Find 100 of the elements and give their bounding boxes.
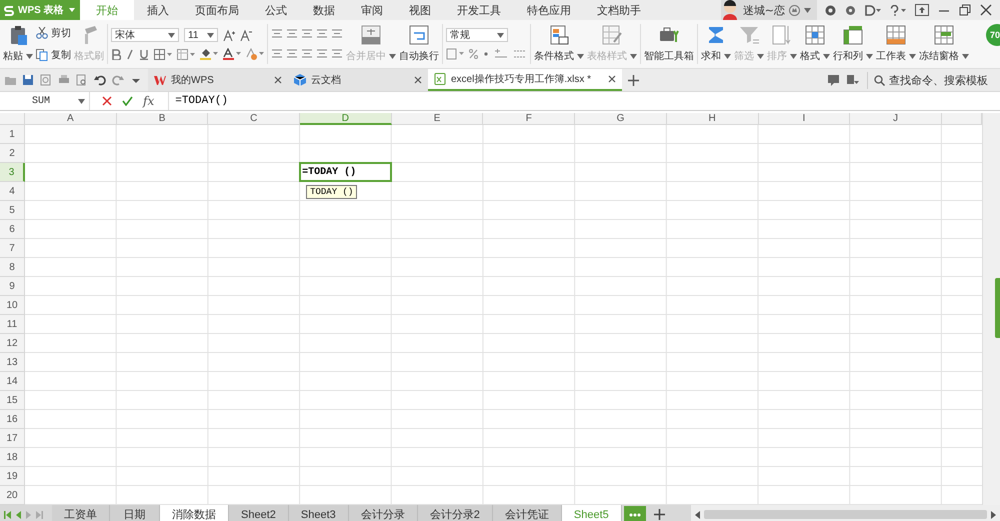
percent-icon[interactable] [469,49,478,59]
menu-tab[interactable]: 页面布局 [182,0,252,20]
sheet-tab[interactable]: 会计凭证 [492,505,562,521]
row-header[interactable]: 20 [0,486,25,505]
print-icon[interactable] [58,74,70,86]
sheet-tab[interactable]: Sheet3 [288,505,349,521]
cell-grid[interactable]: =TODAY () TODAY () [25,125,982,505]
column-header[interactable]: C [208,113,300,125]
menu-tab[interactable]: 视图 [396,0,444,20]
justify-icon[interactable] [316,49,328,59]
ribbon-button[interactable]: 粘贴 [3,23,33,65]
open-folder-icon[interactable] [4,74,16,86]
number-format-field[interactable]: 常规 [446,28,508,42]
ribbon-button[interactable]: 格式 [800,23,830,65]
increase-indent-icon[interactable] [331,29,343,39]
ribbon-button[interactable]: 行和列 [833,23,873,65]
export-icon[interactable] [40,74,52,86]
align-bottom-icon[interactable] [301,29,313,39]
sheet-tab[interactable]: 日期 [110,505,160,521]
scrollbar-handle[interactable] [995,278,1000,338]
menu-tab[interactable]: 插入 [134,0,182,20]
decrease-indent-icon[interactable] [316,29,328,39]
row-header[interactable]: 8 [0,258,25,277]
row-header[interactable]: 14 [0,372,25,391]
align-left-icon[interactable] [271,49,283,59]
ribbon-button[interactable]: 工作表 [876,23,916,65]
borders-icon[interactable] [154,48,172,60]
print-preview-icon[interactable] [76,74,88,86]
ribbon-button[interactable]: 求和 [701,23,731,65]
clear-format-icon[interactable] [246,48,264,60]
add-sheet-icon[interactable] [654,509,665,520]
save-icon[interactable] [22,74,34,86]
font-name-field[interactable]: 宋体 [111,28,179,42]
redo-icon[interactable] [112,74,124,86]
column-header[interactable]: B [116,113,208,125]
shrink-font-icon[interactable] [240,29,252,41]
menu-tab[interactable]: 特色应用 [514,0,584,20]
ribbon-button[interactable]: 复制 [36,48,71,62]
grow-font-icon[interactable] [223,29,235,41]
row-header[interactable]: 18 [0,448,25,467]
menu-tab[interactable]: 数据 [300,0,348,20]
column-header[interactable]: H [666,113,758,125]
sheet-tab[interactable]: 会计分录 [348,505,418,521]
help-icon[interactable] [890,4,906,16]
font-size-field[interactable]: 11 [184,28,218,42]
close-icon[interactable] [980,4,992,16]
align-top-icon[interactable] [271,29,283,39]
previous-sheet-icon[interactable] [16,510,21,518]
column-header[interactable]: G [575,113,667,125]
sheet-tab[interactable]: Sheet2 [229,505,289,521]
first-sheet-icon[interactable] [4,510,11,518]
column-header[interactable]: A [25,113,117,125]
row-header[interactable]: 7 [0,239,25,258]
row-header[interactable]: 1 [0,125,25,144]
row-header[interactable]: 10 [0,296,25,315]
close-icon[interactable] [274,76,282,84]
horizontal-scrollbar[interactable] [690,505,1000,521]
user-menu[interactable]: 迷城~恋 [720,0,817,20]
more-sheets-button[interactable] [624,506,646,521]
row-header[interactable]: 9 [0,277,25,296]
align-right-icon[interactable] [301,49,313,59]
search-commands-button[interactable]: 查找命令、搜索模板 [867,72,994,88]
fill-color-icon[interactable] [200,48,218,60]
menu-tab[interactable]: 开发工具 [444,0,514,20]
confirm-icon[interactable] [122,96,133,106]
cell-style-icon[interactable] [177,48,195,60]
underline-icon[interactable] [139,48,149,60]
ribbon-button[interactable]: 智能工具箱 [644,23,694,65]
cell-editor[interactable]: =TODAY () [299,162,392,182]
distribute-icon[interactable] [331,49,343,59]
close-icon[interactable] [414,76,422,84]
row-header[interactable]: 15 [0,391,25,410]
decrease-decimal-icon[interactable] [513,48,527,60]
column-header[interactable]: J [850,113,942,125]
menu-tab[interactable]: 公式 [252,0,300,20]
chat-icon[interactable] [828,74,839,86]
row-header[interactable]: 3 [0,163,25,182]
ribbon-button[interactable]: 自动换行 [399,23,439,65]
vertical-scrollbar[interactable] [982,113,1000,505]
row-header[interactable]: 6 [0,220,25,239]
scroll-left-icon[interactable] [694,510,700,518]
align-middle-icon[interactable] [286,29,298,39]
restore-icon[interactable] [959,4,971,16]
document-tab[interactable]: 云文档 [288,69,428,91]
column-header[interactable]: D [300,113,392,125]
sheet-tab[interactable]: 消除数据 [160,505,229,521]
ribbon-button[interactable]: 剪切 [36,26,71,40]
row-header[interactable]: 11 [0,315,25,334]
pin-down-icon[interactable] [847,74,859,86]
name-box[interactable]: SUM [0,92,90,110]
row-header[interactable]: 4 [0,182,25,201]
undo-icon[interactable] [94,74,106,86]
row-header[interactable]: 5 [0,201,25,220]
row-header[interactable]: 19 [0,467,25,486]
formula-field[interactable]: =TODAY() [168,92,1000,110]
menu-tab[interactable]: 审阅 [348,0,396,20]
window-pin-icon[interactable] [915,4,929,16]
ribbon-button[interactable]: 条件格式 [534,23,584,65]
document-tab[interactable]: excel操作技巧专用工作簿.xlsx * [428,69,622,91]
sheet-tab[interactable]: Sheet5 [562,505,622,521]
